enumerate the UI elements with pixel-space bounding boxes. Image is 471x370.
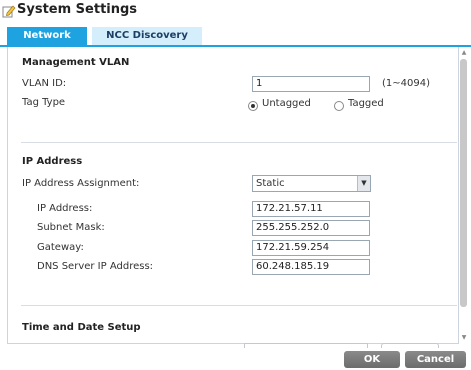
untagged-radio-label[interactable]: Untagged	[262, 98, 311, 109]
vlan-id-range: (1~4094)	[382, 78, 430, 89]
ip-address-label: IP Address:	[37, 203, 93, 214]
tagged-radio-label[interactable]: Tagged	[348, 98, 384, 109]
scroll-up-icon[interactable]: ▲	[458, 49, 470, 57]
ip-address-input[interactable]	[252, 201, 370, 217]
untagged-radio[interactable]	[248, 101, 258, 111]
vertical-scrollbar[interactable]: ▲ ▼	[458, 47, 470, 342]
dns-server-input[interactable]	[252, 259, 370, 275]
chevron-down-icon[interactable]: ▼	[357, 176, 370, 191]
ok-button[interactable]: OK	[344, 351, 400, 368]
section-title-ip-address: IP Address	[22, 156, 83, 167]
gateway-input[interactable]	[252, 240, 370, 256]
tab-ncc-discovery[interactable]: NCC Discovery	[92, 27, 202, 45]
section-title-management-vlan: Management VLAN	[22, 57, 130, 68]
tab-bar: Network NCC Discovery	[0, 27, 471, 47]
gateway-label: Gateway:	[37, 242, 84, 253]
edit-icon	[2, 3, 16, 18]
window-title: System Settings	[17, 2, 138, 17]
time-date-button[interactable]	[381, 343, 439, 348]
tagged-radio[interactable]	[334, 101, 344, 111]
settings-panel: Management VLAN VLAN ID: (1~4094) Tag Ty…	[7, 47, 459, 344]
tag-type-label: Tag Type	[22, 97, 66, 108]
dns-server-label: DNS Server IP Address:	[37, 261, 154, 272]
divider	[21, 142, 457, 143]
vlan-id-label: VLAN ID:	[22, 78, 67, 89]
vlan-id-input[interactable]	[252, 76, 370, 92]
cancel-button[interactable]: Cancel	[405, 351, 466, 368]
divider	[21, 305, 457, 306]
subnet-mask-label: Subnet Mask:	[37, 222, 105, 233]
tab-network[interactable]: Network	[7, 27, 87, 45]
time-date-field[interactable]	[244, 343, 368, 348]
ip-assignment-value: Static	[256, 178, 285, 189]
subnet-mask-input[interactable]	[252, 220, 370, 236]
scroll-down-icon[interactable]: ▼	[458, 334, 470, 342]
title-bar: System Settings	[0, 0, 471, 24]
scrollbar-thumb[interactable]	[460, 59, 467, 307]
ip-assignment-select[interactable]: Static ▼	[252, 175, 371, 192]
section-title-time-date: Time and Date Setup	[22, 322, 141, 333]
ip-assignment-label: IP Address Assignment:	[22, 178, 140, 189]
